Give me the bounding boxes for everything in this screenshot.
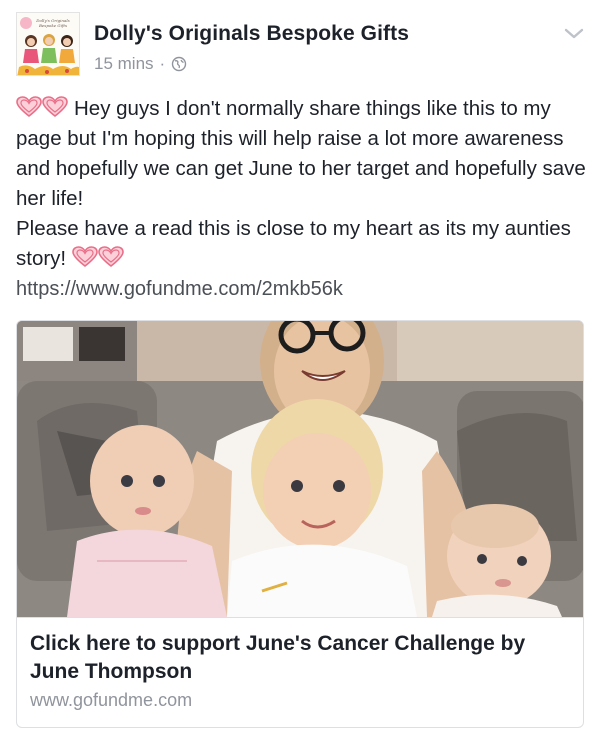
facebook-post: Dolly's Originals Bespoke Gifts Dolly's … [0, 0, 600, 744]
page-avatar[interactable]: Dolly's Originals Bespoke Gifts [16, 12, 80, 76]
page-name[interactable]: Dolly's Originals Bespoke Gifts [94, 22, 409, 46]
revolving-hearts-icon [16, 96, 68, 118]
post-text: Hey guys I don't normally share things l… [16, 94, 588, 274]
post-meta: 15 mins · [94, 54, 187, 74]
post-paragraph-2: Please have a read this is close to my h… [16, 214, 588, 274]
chevron-down-icon[interactable] [562, 26, 586, 42]
link-preview-domain: www.gofundme.com [30, 690, 193, 710]
timestamp[interactable]: 15 mins [94, 54, 154, 74]
link-preview-card[interactable]: Click here to support June's Cancer Chal… [16, 320, 584, 728]
link-preview-title[interactable]: Click here to support June's Cancer Chal… [30, 630, 570, 686]
post-header: Dolly's Originals Bespoke Gifts Dolly's … [16, 12, 586, 78]
svg-text:Bespoke Gifts: Bespoke Gifts [38, 23, 67, 28]
post-link[interactable]: https://www.gofundme.com/2mkb56k [16, 278, 343, 301]
post-paragraph-1: Hey guys I don't normally share things l… [16, 94, 588, 214]
meta-separator: · [159, 54, 166, 73]
revolving-hearts-icon [72, 246, 124, 268]
post-text-line-1: Hey guys I don't normally share things l… [16, 97, 586, 210]
link-preview-image[interactable] [17, 321, 583, 617]
globe-icon [171, 56, 187, 72]
link-preview-body[interactable]: Click here to support June's Cancer Chal… [17, 617, 583, 727]
avatar-illustration: Dolly's Originals Bespoke Gifts [17, 13, 79, 75]
